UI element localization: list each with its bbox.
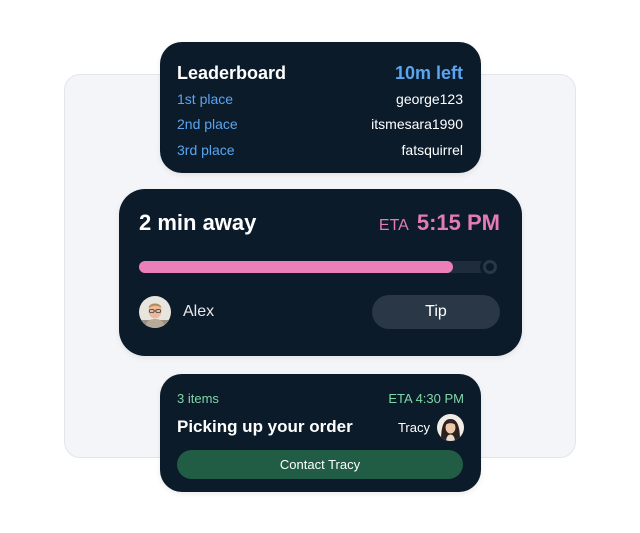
eta-time: 5:15 PM	[416, 210, 500, 235]
order-status-row: Picking up your order Tracy	[177, 413, 464, 441]
leaderboard-card: Leaderboard 10m left 1st place george123…	[160, 42, 481, 173]
time-left: 10m left	[394, 62, 463, 83]
order-meta: 3 items ETA 4:30 PM	[177, 390, 464, 406]
leaderboard-row: 2nd place itsmesara1990	[177, 112, 463, 138]
destination-marker-icon	[480, 257, 500, 277]
leaderboard-title: Leaderboard	[177, 62, 287, 83]
delivery-eta: ETA 5:15 PM	[379, 210, 500, 236]
shopper-avatar	[437, 413, 464, 441]
leaderboard-row: 1st place george123	[177, 86, 463, 112]
delivery-card: 2 min away ETA 5:15 PM Alex Tip	[119, 189, 522, 356]
leaderboard-username: george123	[396, 90, 463, 107]
leaderboard-header: Leaderboard 10m left	[177, 60, 463, 86]
delivery-footer: Alex Tip	[139, 295, 500, 329]
delivery-progress-bar	[139, 257, 500, 277]
leaderboard-username: itsmesara1990	[371, 116, 463, 133]
shopper-name: Tracy	[397, 419, 430, 435]
leaderboard-place: 2nd place	[177, 116, 238, 133]
tip-button[interactable]: Tip	[372, 295, 500, 329]
leaderboard-username: fatsquirrel	[401, 141, 463, 158]
progress-fill	[139, 261, 454, 273]
leaderboard-row: 3rd place fatsquirrel	[177, 137, 463, 163]
driver-info: Alex	[139, 296, 214, 328]
order-status-title: Picking up your order	[177, 417, 353, 436]
item-count: 3 items	[177, 390, 219, 406]
leaderboard-place: 1st place	[177, 90, 234, 107]
driver-avatar	[139, 296, 171, 328]
order-eta: ETA 4:30 PM	[388, 390, 464, 406]
order-card: 3 items ETA 4:30 PM Picking up your orde…	[160, 374, 481, 492]
delivery-status: 2 min away	[139, 210, 257, 235]
delivery-header: 2 min away ETA 5:15 PM	[139, 209, 500, 237]
eta-label: ETA	[378, 217, 409, 234]
shopper-info: Tracy	[397, 413, 464, 441]
contact-shopper-button[interactable]: Contact Tracy	[177, 450, 463, 479]
driver-name: Alex	[183, 303, 215, 320]
leaderboard-place: 3rd place	[177, 141, 235, 158]
